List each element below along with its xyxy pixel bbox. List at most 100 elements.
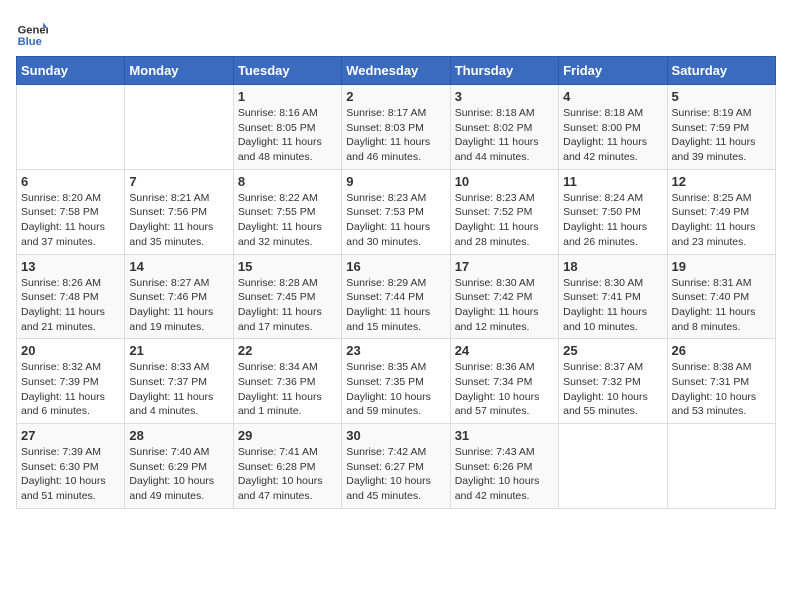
day-number: 21 [129, 343, 228, 358]
col-header-saturday: Saturday [667, 57, 775, 85]
cell-info: Sunrise: 8:22 AMSunset: 7:55 PMDaylight:… [238, 192, 322, 248]
day-number: 26 [672, 343, 771, 358]
cell-info: Sunrise: 8:16 AMSunset: 8:05 PMDaylight:… [238, 107, 322, 163]
col-header-thursday: Thursday [450, 57, 558, 85]
cell-info: Sunrise: 8:37 AMSunset: 7:32 PMDaylight:… [563, 361, 648, 417]
cell-info: Sunrise: 8:33 AMSunset: 7:37 PMDaylight:… [129, 361, 213, 417]
cell-info: Sunrise: 8:25 AMSunset: 7:49 PMDaylight:… [672, 192, 756, 248]
cell-info: Sunrise: 8:19 AMSunset: 7:59 PMDaylight:… [672, 107, 756, 163]
calendar-cell: 25 Sunrise: 8:37 AMSunset: 7:32 PMDaylig… [559, 339, 667, 424]
calendar-cell [17, 85, 125, 170]
calendar-cell: 2 Sunrise: 8:17 AMSunset: 8:03 PMDayligh… [342, 85, 450, 170]
cell-info: Sunrise: 8:31 AMSunset: 7:40 PMDaylight:… [672, 277, 756, 333]
calendar-cell: 9 Sunrise: 8:23 AMSunset: 7:53 PMDayligh… [342, 169, 450, 254]
calendar-cell: 1 Sunrise: 8:16 AMSunset: 8:05 PMDayligh… [233, 85, 341, 170]
cell-info: Sunrise: 8:28 AMSunset: 7:45 PMDaylight:… [238, 277, 322, 333]
col-header-sunday: Sunday [17, 57, 125, 85]
day-number: 20 [21, 343, 120, 358]
day-number: 4 [563, 89, 662, 104]
day-number: 23 [346, 343, 445, 358]
cell-info: Sunrise: 7:42 AMSunset: 6:27 PMDaylight:… [346, 446, 431, 502]
calendar-cell: 30 Sunrise: 7:42 AMSunset: 6:27 PMDaylig… [342, 424, 450, 509]
calendar-cell: 24 Sunrise: 8:36 AMSunset: 7:34 PMDaylig… [450, 339, 558, 424]
day-number: 8 [238, 174, 337, 189]
cell-info: Sunrise: 8:38 AMSunset: 7:31 PMDaylight:… [672, 361, 757, 417]
cell-info: Sunrise: 8:36 AMSunset: 7:34 PMDaylight:… [455, 361, 540, 417]
calendar-cell [125, 85, 233, 170]
cell-info: Sunrise: 8:23 AMSunset: 7:52 PMDaylight:… [455, 192, 539, 248]
day-number: 12 [672, 174, 771, 189]
cell-info: Sunrise: 8:18 AMSunset: 8:00 PMDaylight:… [563, 107, 647, 163]
cell-info: Sunrise: 8:35 AMSunset: 7:35 PMDaylight:… [346, 361, 431, 417]
calendar-cell: 22 Sunrise: 8:34 AMSunset: 7:36 PMDaylig… [233, 339, 341, 424]
calendar-cell: 23 Sunrise: 8:35 AMSunset: 7:35 PMDaylig… [342, 339, 450, 424]
calendar-cell: 4 Sunrise: 8:18 AMSunset: 8:00 PMDayligh… [559, 85, 667, 170]
cell-info: Sunrise: 7:43 AMSunset: 6:26 PMDaylight:… [455, 446, 540, 502]
page-header: General Blue [16, 16, 776, 48]
day-number: 9 [346, 174, 445, 189]
cell-info: Sunrise: 8:34 AMSunset: 7:36 PMDaylight:… [238, 361, 322, 417]
cell-info: Sunrise: 8:23 AMSunset: 7:53 PMDaylight:… [346, 192, 430, 248]
col-header-wednesday: Wednesday [342, 57, 450, 85]
day-number: 15 [238, 259, 337, 274]
day-number: 13 [21, 259, 120, 274]
day-number: 10 [455, 174, 554, 189]
day-number: 6 [21, 174, 120, 189]
cell-info: Sunrise: 8:29 AMSunset: 7:44 PMDaylight:… [346, 277, 430, 333]
calendar-cell: 20 Sunrise: 8:32 AMSunset: 7:39 PMDaylig… [17, 339, 125, 424]
cell-info: Sunrise: 7:40 AMSunset: 6:29 PMDaylight:… [129, 446, 214, 502]
cell-info: Sunrise: 8:32 AMSunset: 7:39 PMDaylight:… [21, 361, 105, 417]
day-number: 16 [346, 259, 445, 274]
day-number: 30 [346, 428, 445, 443]
day-number: 28 [129, 428, 228, 443]
day-number: 1 [238, 89, 337, 104]
calendar-week-4: 20 Sunrise: 8:32 AMSunset: 7:39 PMDaylig… [17, 339, 776, 424]
day-number: 25 [563, 343, 662, 358]
calendar-cell: 11 Sunrise: 8:24 AMSunset: 7:50 PMDaylig… [559, 169, 667, 254]
calendar-cell: 27 Sunrise: 7:39 AMSunset: 6:30 PMDaylig… [17, 424, 125, 509]
col-header-tuesday: Tuesday [233, 57, 341, 85]
cell-info: Sunrise: 8:18 AMSunset: 8:02 PMDaylight:… [455, 107, 539, 163]
day-number: 29 [238, 428, 337, 443]
calendar-cell: 16 Sunrise: 8:29 AMSunset: 7:44 PMDaylig… [342, 254, 450, 339]
calendar-week-2: 6 Sunrise: 8:20 AMSunset: 7:58 PMDayligh… [17, 169, 776, 254]
day-number: 11 [563, 174, 662, 189]
calendar-cell: 10 Sunrise: 8:23 AMSunset: 7:52 PMDaylig… [450, 169, 558, 254]
day-number: 17 [455, 259, 554, 274]
cell-info: Sunrise: 8:21 AMSunset: 7:56 PMDaylight:… [129, 192, 213, 248]
calendar-cell: 14 Sunrise: 8:27 AMSunset: 7:46 PMDaylig… [125, 254, 233, 339]
calendar-cell: 15 Sunrise: 8:28 AMSunset: 7:45 PMDaylig… [233, 254, 341, 339]
calendar-cell: 17 Sunrise: 8:30 AMSunset: 7:42 PMDaylig… [450, 254, 558, 339]
day-number: 2 [346, 89, 445, 104]
calendar-cell: 18 Sunrise: 8:30 AMSunset: 7:41 PMDaylig… [559, 254, 667, 339]
cell-info: Sunrise: 8:24 AMSunset: 7:50 PMDaylight:… [563, 192, 647, 248]
calendar-cell: 26 Sunrise: 8:38 AMSunset: 7:31 PMDaylig… [667, 339, 775, 424]
cell-info: Sunrise: 8:26 AMSunset: 7:48 PMDaylight:… [21, 277, 105, 333]
cell-info: Sunrise: 8:20 AMSunset: 7:58 PMDaylight:… [21, 192, 105, 248]
col-header-monday: Monday [125, 57, 233, 85]
cell-info: Sunrise: 8:27 AMSunset: 7:46 PMDaylight:… [129, 277, 213, 333]
calendar-cell [667, 424, 775, 509]
logo-icon: General Blue [16, 16, 48, 48]
calendar-cell: 31 Sunrise: 7:43 AMSunset: 6:26 PMDaylig… [450, 424, 558, 509]
calendar-cell: 5 Sunrise: 8:19 AMSunset: 7:59 PMDayligh… [667, 85, 775, 170]
calendar-cell [559, 424, 667, 509]
calendar-cell: 3 Sunrise: 8:18 AMSunset: 8:02 PMDayligh… [450, 85, 558, 170]
cell-info: Sunrise: 7:41 AMSunset: 6:28 PMDaylight:… [238, 446, 323, 502]
header-row: SundayMondayTuesdayWednesdayThursdayFrid… [17, 57, 776, 85]
svg-text:Blue: Blue [18, 36, 42, 48]
calendar-week-5: 27 Sunrise: 7:39 AMSunset: 6:30 PMDaylig… [17, 424, 776, 509]
calendar-cell: 21 Sunrise: 8:33 AMSunset: 7:37 PMDaylig… [125, 339, 233, 424]
calendar-cell: 12 Sunrise: 8:25 AMSunset: 7:49 PMDaylig… [667, 169, 775, 254]
calendar-cell: 6 Sunrise: 8:20 AMSunset: 7:58 PMDayligh… [17, 169, 125, 254]
day-number: 18 [563, 259, 662, 274]
cell-info: Sunrise: 8:17 AMSunset: 8:03 PMDaylight:… [346, 107, 430, 163]
calendar-cell: 29 Sunrise: 7:41 AMSunset: 6:28 PMDaylig… [233, 424, 341, 509]
calendar-cell: 7 Sunrise: 8:21 AMSunset: 7:56 PMDayligh… [125, 169, 233, 254]
day-number: 24 [455, 343, 554, 358]
calendar-cell: 13 Sunrise: 8:26 AMSunset: 7:48 PMDaylig… [17, 254, 125, 339]
calendar-week-1: 1 Sunrise: 8:16 AMSunset: 8:05 PMDayligh… [17, 85, 776, 170]
day-number: 19 [672, 259, 771, 274]
cell-info: Sunrise: 7:39 AMSunset: 6:30 PMDaylight:… [21, 446, 106, 502]
calendar-cell: 28 Sunrise: 7:40 AMSunset: 6:29 PMDaylig… [125, 424, 233, 509]
